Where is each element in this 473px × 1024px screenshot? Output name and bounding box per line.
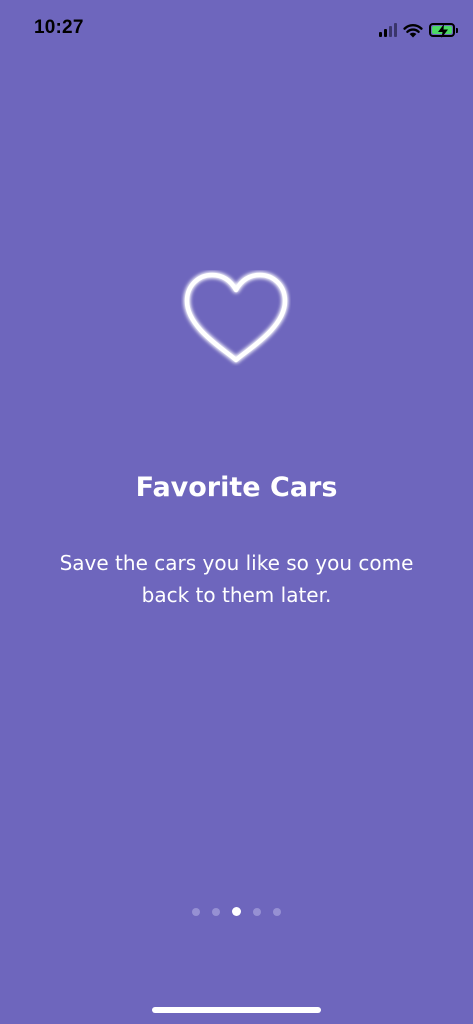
page-dot[interactable] (192, 908, 200, 916)
page-dot-active[interactable] (232, 907, 241, 916)
battery-cap (456, 28, 458, 33)
wifi-icon (403, 23, 423, 37)
status-icons (379, 20, 458, 40)
signal-bar (384, 29, 387, 37)
onboarding-title: Favorite Cars (135, 472, 338, 503)
status-bar: 10:27 (0, 0, 473, 56)
page-dot[interactable] (212, 908, 220, 916)
heart-icon (184, 272, 288, 363)
onboarding-screen: 10:27 Favorite Cars Save the cars you li… (0, 0, 473, 1024)
page-dot[interactable] (253, 908, 261, 916)
signal-bar (379, 32, 382, 37)
home-indicator[interactable] (152, 1007, 321, 1013)
page-dot[interactable] (273, 908, 281, 916)
cellular-signal-icon (379, 23, 397, 37)
battery-charging-icon (429, 23, 458, 38)
status-time: 10:27 (34, 17, 84, 38)
charging-bolt-icon (438, 24, 448, 38)
page-indicator (0, 906, 473, 918)
signal-bar (389, 26, 392, 37)
signal-bar (394, 23, 397, 37)
onboarding-description: Save the cars you like so you come back … (59, 551, 414, 607)
